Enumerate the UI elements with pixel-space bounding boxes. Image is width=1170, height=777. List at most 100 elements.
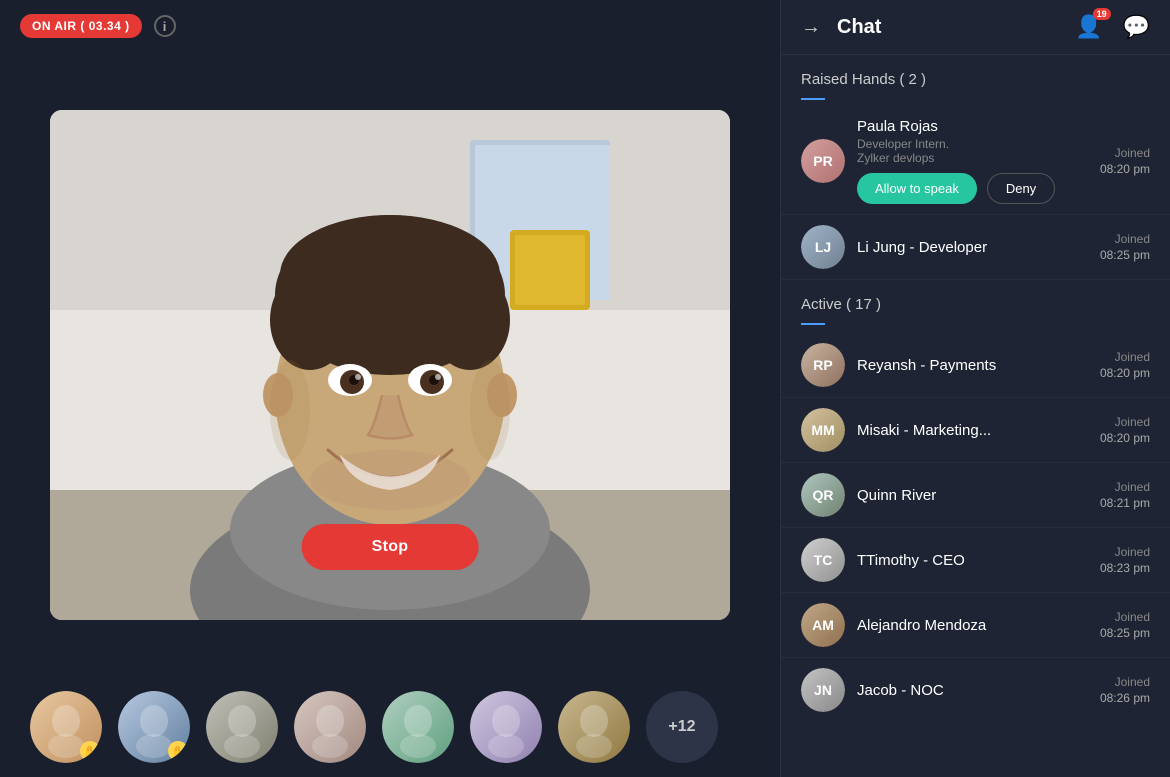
joined-time: 08:25 pm	[1100, 248, 1150, 262]
avatar-image	[206, 691, 278, 763]
active-participant-row: TC TTimothy - CEO Joined 08:23 pm	[781, 528, 1170, 593]
active-participant-joined: Joined 08:20 pm	[1100, 350, 1150, 380]
active-participant-info: Quinn River	[857, 487, 1088, 504]
avatar-inner: TC	[801, 538, 845, 582]
bottom-participant-avatar[interactable]	[382, 691, 454, 763]
participant-subtitle: Developer Intern.Zylker devlops	[857, 137, 1088, 165]
joined-time: 08:20 pm	[1100, 431, 1150, 445]
left-panel: ON AIR ( 03.34 ) i	[0, 0, 780, 777]
more-participants-count[interactable]: +12	[646, 691, 718, 763]
participant-avatar: PR	[801, 139, 845, 183]
active-participant-avatar: MM	[801, 408, 845, 452]
active-participant-info: Alejandro Mendoza	[857, 617, 1088, 634]
active-header: Active ( 17 )	[781, 280, 1170, 319]
joined-label: Joined	[1115, 480, 1150, 494]
avatar-inner: AM	[801, 603, 845, 647]
participant-joined-info: Joined 08:20 pm	[1100, 146, 1150, 176]
top-bar: ON AIR ( 03.34 ) i	[0, 0, 780, 52]
joined-label: Joined	[1115, 545, 1150, 559]
active-participant-info: Jacob - NOC	[857, 682, 1088, 699]
active-participant-joined: Joined 08:20 pm	[1100, 415, 1150, 445]
avatar-image	[558, 691, 630, 763]
bottom-participant-avatar[interactable]	[470, 691, 542, 763]
participant-name: Paula Rojas	[857, 118, 1088, 135]
avatar-image	[294, 691, 366, 763]
joined-time: 08:20 pm	[1100, 366, 1150, 380]
right-header: → Chat 👤 19 💬	[781, 0, 1170, 55]
active-participant-name: Jacob - NOC	[857, 682, 1088, 699]
participants-badge: 19	[1093, 8, 1111, 20]
joined-time: 08:23 pm	[1100, 561, 1150, 575]
section-underline	[801, 98, 825, 100]
active-participant-name: Quinn River	[857, 487, 1088, 504]
action-buttons: Allow to speak Deny	[857, 173, 1088, 204]
participant-info: Li Jung - Developer	[857, 239, 1088, 256]
avatar-image	[382, 691, 454, 763]
active-participant-row: QR Quinn River Joined 08:21 pm	[781, 463, 1170, 528]
active-participant-row: JN Jacob - NOC Joined 08:26 pm	[781, 658, 1170, 722]
active-section-underline	[801, 323, 825, 325]
active-participant-avatar: QR	[801, 473, 845, 517]
avatar-inner: LJ	[801, 225, 845, 269]
active-participant-joined: Joined 08:21 pm	[1100, 480, 1150, 510]
active-participant-name: TTimothy - CEO	[857, 552, 1088, 569]
chat-title: Chat	[837, 16, 1065, 39]
participant-avatar: LJ	[801, 225, 845, 269]
joined-label: Joined	[1115, 415, 1150, 429]
active-participant-row: RP Reyansh - Payments Joined 08:20 pm	[781, 333, 1170, 398]
participants-count-button[interactable]: 👤 19	[1075, 14, 1102, 40]
bottom-participant-avatar[interactable]	[206, 691, 278, 763]
avatar-inner: QR	[801, 473, 845, 517]
active-participant-joined: Joined 08:25 pm	[1100, 610, 1150, 640]
raised-hands-header: Raised Hands ( 2 )	[781, 55, 1170, 94]
participant-row: PR Paula Rojas Developer Intern.Zylker d…	[781, 108, 1170, 215]
avatar-inner: PR	[801, 139, 845, 183]
active-participant-info: TTimothy - CEO	[857, 552, 1088, 569]
joined-time: 08:20 pm	[1100, 162, 1150, 176]
bottom-participant-avatar[interactable]	[294, 691, 366, 763]
participant-info: Paula Rojas Developer Intern.Zylker devl…	[857, 118, 1088, 204]
active-participant-row: AM Alejandro Mendoza Joined 08:25 pm	[781, 593, 1170, 658]
stop-button[interactable]: Stop	[302, 524, 479, 570]
info-icon[interactable]: i	[154, 15, 176, 37]
active-participant-name: Misaki - Marketing...	[857, 422, 1088, 439]
bottom-participant-avatar[interactable]: ✋	[118, 691, 190, 763]
active-participant-row: MM Misaki - Marketing... Joined 08:20 pm	[781, 398, 1170, 463]
joined-label: Joined	[1115, 675, 1150, 689]
active-participant-joined: Joined 08:26 pm	[1100, 675, 1150, 705]
joined-time: 08:25 pm	[1100, 626, 1150, 640]
active-participant-avatar: TC	[801, 538, 845, 582]
bottom-participant-avatar[interactable]: ✋	[30, 691, 102, 763]
active-participant-avatar: AM	[801, 603, 845, 647]
active-participant-info: Reyansh - Payments	[857, 357, 1088, 374]
active-participant-name: Alejandro Mendoza	[857, 617, 1088, 634]
joined-label: Joined	[1115, 232, 1150, 246]
chat-bubble-icon[interactable]: 💬	[1123, 14, 1150, 40]
allow-to-speak-button[interactable]: Allow to speak	[857, 173, 977, 204]
bottom-participant-avatar[interactable]	[558, 691, 630, 763]
participant-name: Li Jung - Developer	[857, 239, 1088, 256]
avatar-inner: MM	[801, 408, 845, 452]
raised-hand-icon: ✋	[168, 741, 188, 761]
joined-time: 08:26 pm	[1100, 691, 1150, 705]
joined-time: 08:21 pm	[1100, 496, 1150, 510]
main-video: Stop	[50, 110, 730, 620]
back-arrow-icon[interactable]: →	[801, 16, 821, 39]
active-participant-joined: Joined 08:23 pm	[1100, 545, 1150, 575]
active-participant-name: Reyansh - Payments	[857, 357, 1088, 374]
participant-joined-info: Joined 08:25 pm	[1100, 232, 1150, 262]
participant-row: LJ Li Jung - Developer Joined 08:25 pm	[781, 215, 1170, 280]
raised-hand-icon: ✋	[80, 741, 100, 761]
active-participant-info: Misaki - Marketing...	[857, 422, 1088, 439]
joined-label: Joined	[1115, 610, 1150, 624]
joined-label: Joined	[1115, 146, 1150, 160]
active-participant-avatar: JN	[801, 668, 845, 712]
participants-list: Raised Hands ( 2 ) PR Paula Rojas Develo…	[781, 55, 1170, 777]
avatar-image	[470, 691, 542, 763]
main-video-container: Stop	[0, 52, 780, 677]
deny-button[interactable]: Deny	[987, 173, 1055, 204]
right-panel: → Chat 👤 19 💬 Raised Hands ( 2 ) PR Paul…	[780, 0, 1170, 777]
avatar-inner: JN	[801, 668, 845, 712]
participants-row: ✋ ✋ +12	[0, 677, 780, 777]
avatar-inner: RP	[801, 343, 845, 387]
